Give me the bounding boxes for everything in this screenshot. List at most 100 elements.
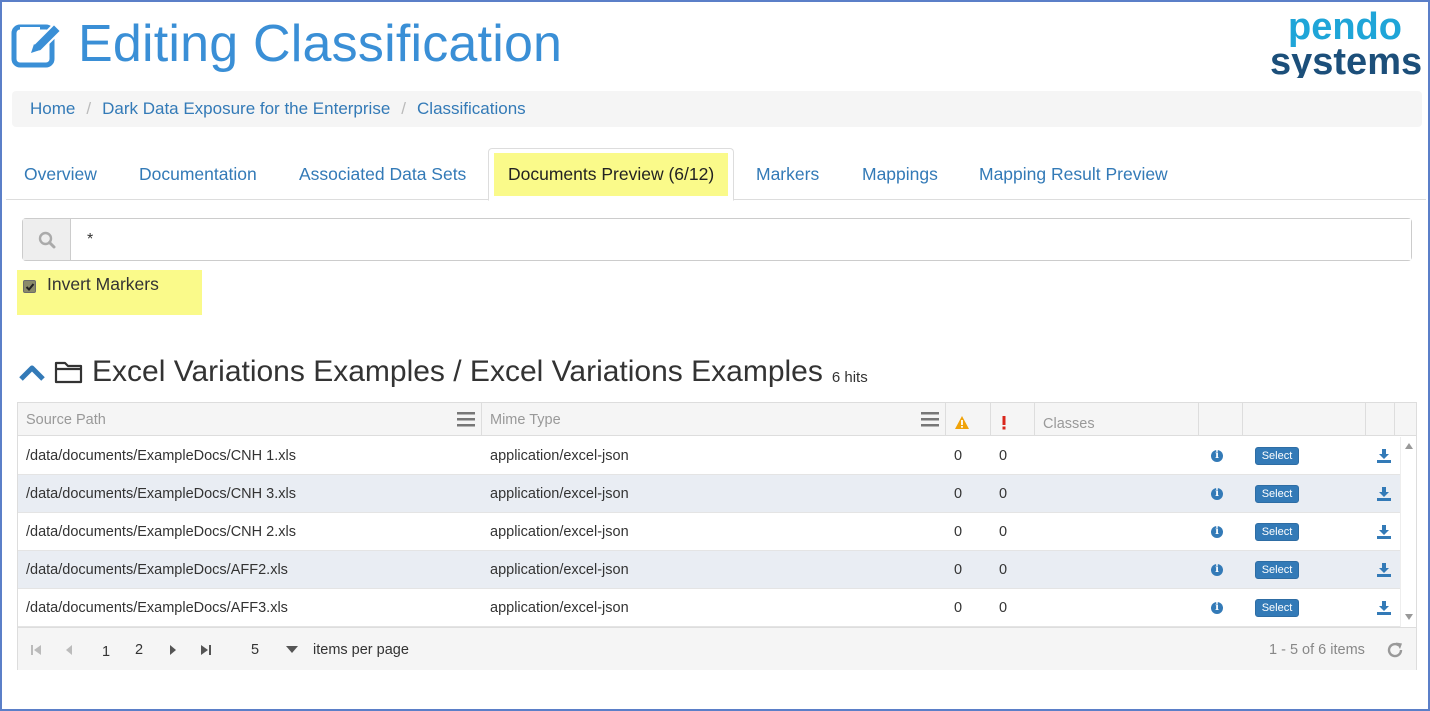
error-count-cell: 0 [999, 447, 1008, 464]
page-size-dropdown[interactable] [286, 628, 298, 671]
table-row[interactable]: /data/documents/ExampleDocs/CNH 2.xls ap… [18, 513, 1400, 551]
page-header: Editing Classification [10, 14, 562, 74]
page-1-button[interactable]: 1 [102, 630, 110, 673]
warning-count-cell: 0 [954, 523, 963, 540]
tab-mapping-result-preview[interactable]: Mapping Result Preview [961, 148, 1186, 200]
last-page-button[interactable] [200, 628, 212, 671]
refresh-button[interactable] [1386, 628, 1404, 671]
column-header-mime-type[interactable]: Mime Type [482, 403, 946, 436]
select-button[interactable]: Select [1255, 522, 1299, 541]
search-input[interactable] [71, 219, 1411, 260]
tab-markers[interactable]: Markers [738, 148, 837, 200]
warning-count-cell: 0 [954, 599, 963, 616]
source-path-cell: /data/documents/ExampleDocs/CNH 1.xls [26, 447, 296, 464]
column-header-select [1243, 403, 1366, 436]
pendo-systems-logo: pendo systems [1270, 6, 1422, 78]
error-count-cell: 0 [999, 523, 1008, 540]
invert-markers-label[interactable]: Invert Markers [47, 274, 159, 295]
previous-page-button[interactable] [64, 628, 74, 671]
page-size-select[interactable]: 5 [251, 628, 259, 671]
tab-label: Documentation [139, 163, 257, 184]
column-menu-icon[interactable] [921, 411, 939, 427]
download-icon[interactable] [1377, 486, 1391, 501]
page-title: Editing Classification [78, 15, 563, 73]
page-2-button[interactable]: 2 [135, 628, 143, 671]
table-row[interactable]: /data/documents/ExampleDocs/CNH 3.xls ap… [18, 475, 1400, 513]
warning-count-cell: 0 [954, 485, 963, 502]
first-page-icon [31, 644, 41, 655]
breadcrumb-separator: / [401, 99, 407, 118]
mime-type-cell: application/excel-json [490, 561, 629, 578]
column-header-info [1199, 403, 1243, 436]
info-icon[interactable]: i [1211, 563, 1223, 576]
info-icon[interactable]: i [1211, 449, 1223, 462]
last-page-icon [201, 644, 211, 655]
folder-icon [54, 361, 83, 384]
info-icon[interactable]: i [1211, 601, 1223, 614]
download-icon[interactable] [1377, 600, 1391, 615]
scroll-up-icon[interactable] [1405, 443, 1413, 449]
previous-page-icon [66, 644, 72, 655]
grid-pager: 1 2 5 items per page 1 - 5 of 6 items [18, 627, 1416, 670]
refresh-icon [1387, 642, 1403, 657]
source-path-cell: /data/documents/ExampleDocs/AFF2.xls [26, 561, 288, 578]
page-size-value: 5 [251, 641, 260, 658]
info-icon[interactable]: i [1211, 487, 1223, 500]
breadcrumb-project[interactable]: Dark Data Exposure for the Enterprise [102, 99, 390, 119]
first-page-button[interactable] [30, 628, 42, 671]
tab-label: Associated Data Sets [299, 163, 467, 184]
chevron-up-icon[interactable] [18, 361, 46, 383]
mime-type-cell: application/excel-json [490, 485, 629, 502]
breadcrumb-classifications[interactable]: Classifications [417, 99, 526, 119]
table-row[interactable]: /data/documents/ExampleDocs/CNH 1.xls ap… [18, 437, 1400, 475]
column-header-errors[interactable] [991, 403, 1035, 436]
column-label: Classes [1043, 415, 1095, 432]
source-path-cell: /data/documents/ExampleDocs/CNH 3.xls [26, 485, 296, 502]
section-heading: Excel Variations Examples / Excel Variat… [18, 352, 868, 392]
warning-icon [955, 416, 969, 429]
select-button[interactable]: Select [1255, 446, 1299, 465]
mime-type-cell: application/excel-json [490, 523, 629, 540]
breadcrumb-home[interactable]: Home [30, 99, 75, 119]
download-icon[interactable] [1377, 562, 1391, 577]
items-per-page-label: items per page [313, 641, 409, 658]
error-count-cell: 0 [999, 561, 1008, 578]
column-menu-icon[interactable] [457, 411, 475, 427]
chevron-down-icon [286, 645, 298, 653]
mime-type-cell: application/excel-json [490, 447, 629, 464]
download-icon[interactable] [1377, 524, 1391, 539]
check-icon [25, 282, 34, 291]
select-button[interactable]: Select [1255, 560, 1299, 579]
tab-associated-data-sets[interactable]: Associated Data Sets [281, 148, 484, 200]
column-header-source-path[interactable]: Source Path [18, 403, 482, 436]
tab-mappings[interactable]: Mappings [844, 148, 956, 200]
column-header-warnings[interactable] [946, 403, 991, 436]
search-icon [38, 231, 55, 248]
column-label: Source Path [26, 411, 106, 428]
column-label: Mime Type [490, 411, 561, 428]
edit-icon [11, 22, 63, 68]
documents-grid: Source Path Mime Type Classes /data/docu… [17, 402, 1417, 670]
error-count-cell: 0 [999, 485, 1008, 502]
select-button[interactable]: Select [1255, 484, 1299, 503]
tab-documents-preview[interactable]: Documents Preview (6/12) [488, 148, 734, 201]
next-page-button[interactable] [168, 628, 178, 671]
warning-count-cell: 0 [954, 561, 963, 578]
invert-markers-checkbox[interactable] [23, 280, 36, 293]
download-icon[interactable] [1377, 448, 1391, 463]
tab-overview[interactable]: Overview [6, 148, 115, 200]
search-addon[interactable] [23, 219, 71, 260]
tab-label: Mappings [862, 163, 938, 184]
invert-markers-highlight: Invert Markers [17, 270, 202, 315]
grid-scrollbar[interactable] [1400, 437, 1416, 627]
table-row[interactable]: /data/documents/ExampleDocs/AFF2.xls app… [18, 551, 1400, 589]
info-icon[interactable]: i [1211, 525, 1223, 538]
tab-documentation[interactable]: Documentation [121, 148, 275, 200]
table-row[interactable]: /data/documents/ExampleDocs/AFF3.xls app… [18, 589, 1400, 627]
error-count-cell: 0 [999, 599, 1008, 616]
scroll-down-icon[interactable] [1405, 614, 1413, 620]
tab-label: Overview [24, 163, 97, 184]
tab-bar: Overview Documentation Associated Data S… [6, 148, 1426, 201]
select-button[interactable]: Select [1255, 598, 1299, 617]
column-header-classes[interactable]: Classes [1035, 403, 1199, 436]
